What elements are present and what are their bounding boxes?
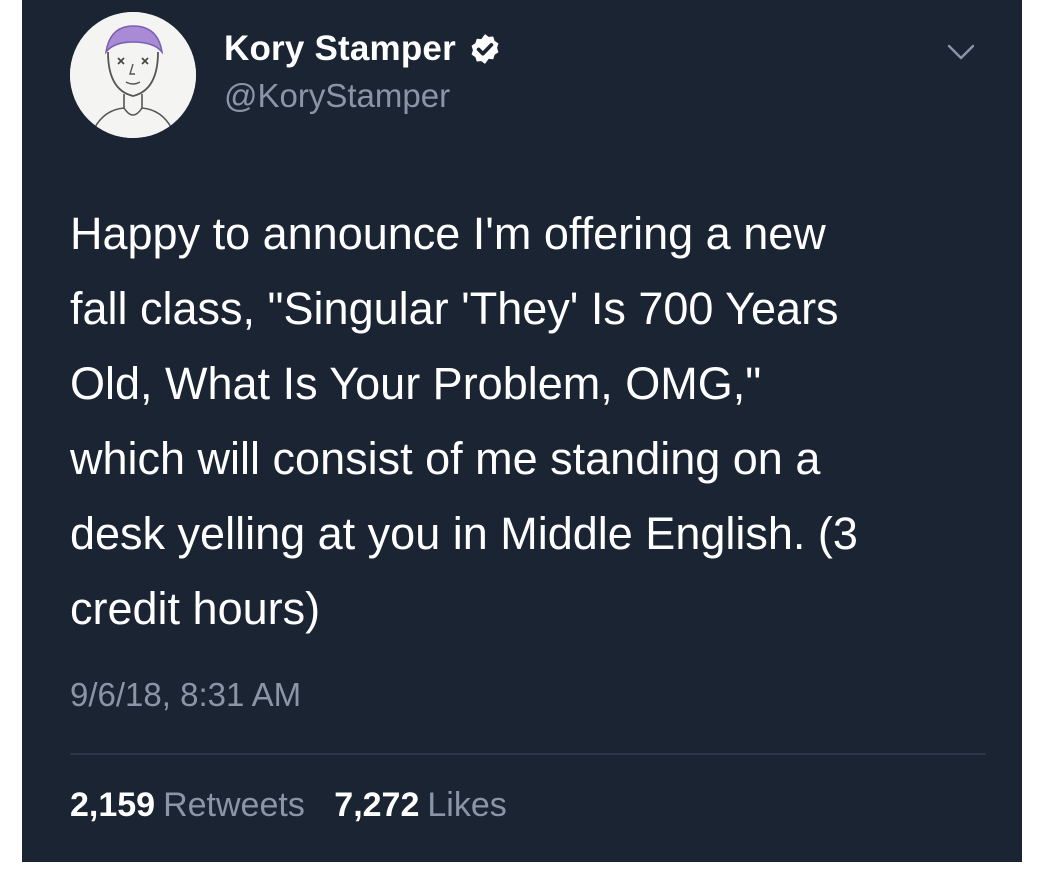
author-handle[interactable]: @KoryStamper	[224, 77, 450, 115]
tweet-timestamp[interactable]: 9/6/18, 8:31 AM	[70, 676, 301, 714]
retweets-label: Retweets	[163, 786, 305, 824]
divider	[70, 753, 986, 755]
tweet-card: Kory Stamper @KoryStamper Happy to annou…	[22, 0, 1022, 862]
tweet-text-line: which will consist of me standing on a	[70, 433, 821, 484]
likes-count: 7,272	[334, 786, 420, 824]
tweet-text-line: desk yelling at you in Middle English. (…	[70, 508, 858, 559]
verified-badge-icon	[468, 32, 502, 66]
likes-stat[interactable]: 7,272 Likes	[334, 786, 506, 825]
retweets-count: 2,159	[70, 786, 156, 824]
retweets-stat[interactable]: 2,159 Retweets	[70, 786, 305, 825]
avatar[interactable]	[70, 12, 196, 138]
avatar-illustration	[70, 12, 196, 138]
tweet-text-line: Old, What Is Your Problem, OMG,"	[70, 358, 762, 409]
author-name-row[interactable]: Kory Stamper	[224, 27, 502, 71]
likes-label: Likes	[427, 786, 507, 824]
tweet-text: Happy to announce I'm offering a new fal…	[70, 196, 970, 646]
tweet-text-line: fall class, "Singular 'They' Is 700 Year…	[70, 283, 839, 334]
author-display-name[interactable]: Kory Stamper	[224, 29, 456, 69]
tweet-stats: 2,159 Retweets 7,272 Likes	[70, 786, 507, 825]
chevron-down-icon[interactable]	[944, 40, 978, 64]
tweet-text-line: Happy to announce I'm offering a new	[70, 208, 826, 259]
tweet-text-line: credit hours)	[70, 583, 321, 634]
